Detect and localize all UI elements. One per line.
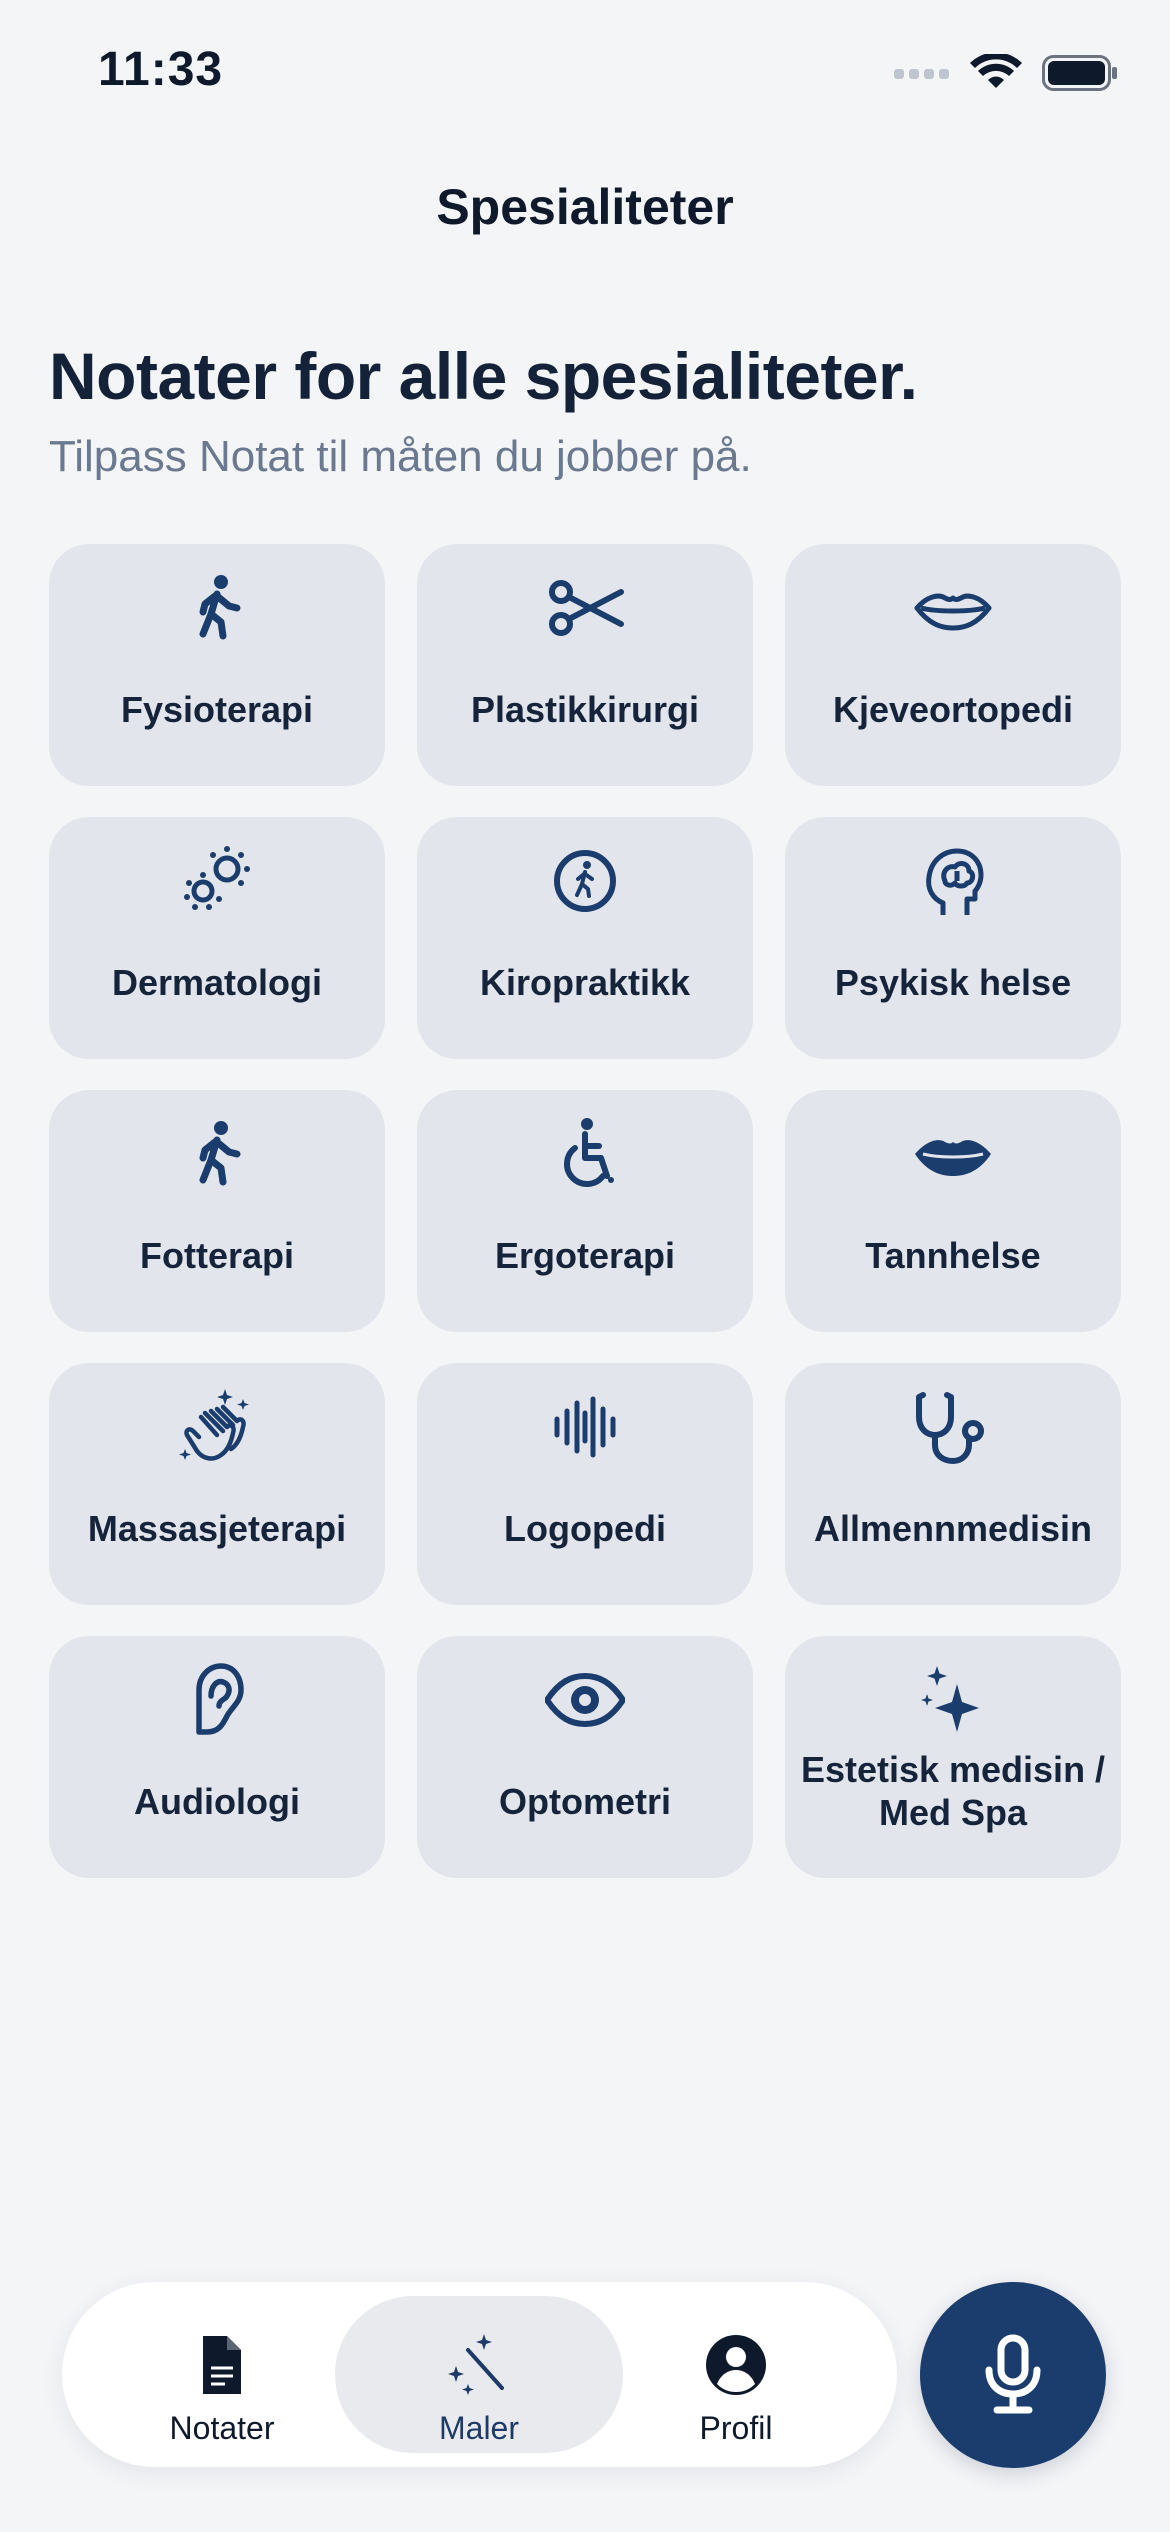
specialty-card-dermatologi[interactable]: Dermatologi xyxy=(49,817,385,1059)
specialty-label: Fysioterapi xyxy=(120,689,314,730)
magic-wand-icon xyxy=(335,2332,623,2398)
waveform-icon xyxy=(417,1387,753,1467)
tab-label: Notater xyxy=(169,2410,275,2446)
specialty-label: Kjeveortopedi xyxy=(832,689,1074,730)
document-icon xyxy=(78,2332,366,2398)
mouth-filled-icon xyxy=(785,1114,1121,1194)
cellular-signal-icon xyxy=(894,69,949,79)
specialty-label: Allmennmedisin xyxy=(813,1508,1093,1549)
specialty-card-kiropraktikk[interactable]: Kiropraktikk xyxy=(417,817,753,1059)
specialty-label: Audiologi xyxy=(134,1781,300,1822)
sparkles-icon xyxy=(785,1660,1121,1740)
ear-icon xyxy=(49,1660,385,1740)
walking-person-icon xyxy=(49,1114,385,1194)
specialty-label: Dermatologi xyxy=(111,962,323,1003)
status-time: 11:33 xyxy=(98,43,224,96)
page-title: Spesialiteter xyxy=(436,179,734,235)
specialty-label: Fotterapi xyxy=(139,1235,294,1276)
stethoscope-icon xyxy=(785,1387,1121,1467)
scissors-icon xyxy=(417,568,753,648)
mouth-outline-icon xyxy=(785,568,1121,648)
cells-icon xyxy=(49,841,385,921)
specialty-card-ergoterapi[interactable]: Ergoterapi xyxy=(417,1090,753,1332)
headline: Notater for alle spesialiteter. xyxy=(49,339,918,413)
specialty-card-plastikkirurgi[interactable]: Plastikkirurgi xyxy=(417,544,753,786)
specialty-label: Estetisk medisin / Med Spa xyxy=(800,1749,1106,1834)
specialty-grid: Fysioterapi Plastikkirurgi Kjeveortopedi xyxy=(49,544,1121,1878)
subheadline: Tilpass Notat til måten du jobber på. xyxy=(49,432,752,481)
specialty-card-logopedi[interactable]: Logopedi xyxy=(417,1363,753,1605)
specialty-label: Optometri xyxy=(498,1781,671,1822)
specialty-card-estetisk-medisin[interactable]: Estetisk medisin / Med Spa xyxy=(785,1636,1121,1878)
battery-icon xyxy=(1042,55,1117,91)
tab-bar: Notater Maler Profil xyxy=(62,2282,897,2467)
specialty-label: Plastikkirurgi xyxy=(470,689,700,730)
walking-circle-icon xyxy=(417,841,753,921)
wifi-icon xyxy=(970,54,1022,88)
specialty-label: Kiropraktikk xyxy=(479,962,691,1003)
eye-icon xyxy=(417,1660,753,1740)
brain-head-icon xyxy=(785,841,1121,921)
microphone-icon xyxy=(985,2334,1041,2414)
specialty-label: Massasjeterapi xyxy=(87,1508,347,1549)
wheelchair-icon xyxy=(417,1114,753,1194)
record-button[interactable] xyxy=(920,2282,1106,2468)
specialty-card-optometri[interactable]: Optometri xyxy=(417,1636,753,1878)
specialty-label: Ergoterapi xyxy=(494,1235,676,1276)
profile-icon xyxy=(592,2332,880,2398)
clapping-hands-icon xyxy=(49,1387,385,1467)
specialty-label: Logopedi xyxy=(504,1508,666,1549)
walking-person-icon xyxy=(49,568,385,648)
specialty-label: Psykisk helse xyxy=(834,962,1072,1003)
specialty-card-fotterapi[interactable]: Fotterapi xyxy=(49,1090,385,1332)
specialty-label: Tannhelse xyxy=(865,1235,1041,1276)
tab-label: Maler xyxy=(438,2410,519,2446)
specialty-card-allmennmedisin[interactable]: Allmennmedisin xyxy=(785,1363,1121,1605)
specialty-card-massasjeterapi[interactable]: Massasjeterapi xyxy=(49,1363,385,1605)
specialty-card-psykisk-helse[interactable]: Psykisk helse xyxy=(785,817,1121,1059)
specialty-card-kjeveortopedi[interactable]: Kjeveortopedi xyxy=(785,544,1121,786)
specialty-card-audiologi[interactable]: Audiologi xyxy=(49,1636,385,1878)
tab-notater[interactable]: Notater xyxy=(78,2296,366,2453)
status-icons xyxy=(894,54,1118,92)
tab-maler[interactable]: Maler xyxy=(335,2296,623,2453)
tab-label: Profil xyxy=(699,2410,773,2446)
specialty-card-fysioterapi[interactable]: Fysioterapi xyxy=(49,544,385,786)
specialty-card-tannhelse[interactable]: Tannhelse xyxy=(785,1090,1121,1332)
tab-profil[interactable]: Profil xyxy=(592,2296,880,2453)
status-bar: 11:33 xyxy=(0,0,1170,150)
